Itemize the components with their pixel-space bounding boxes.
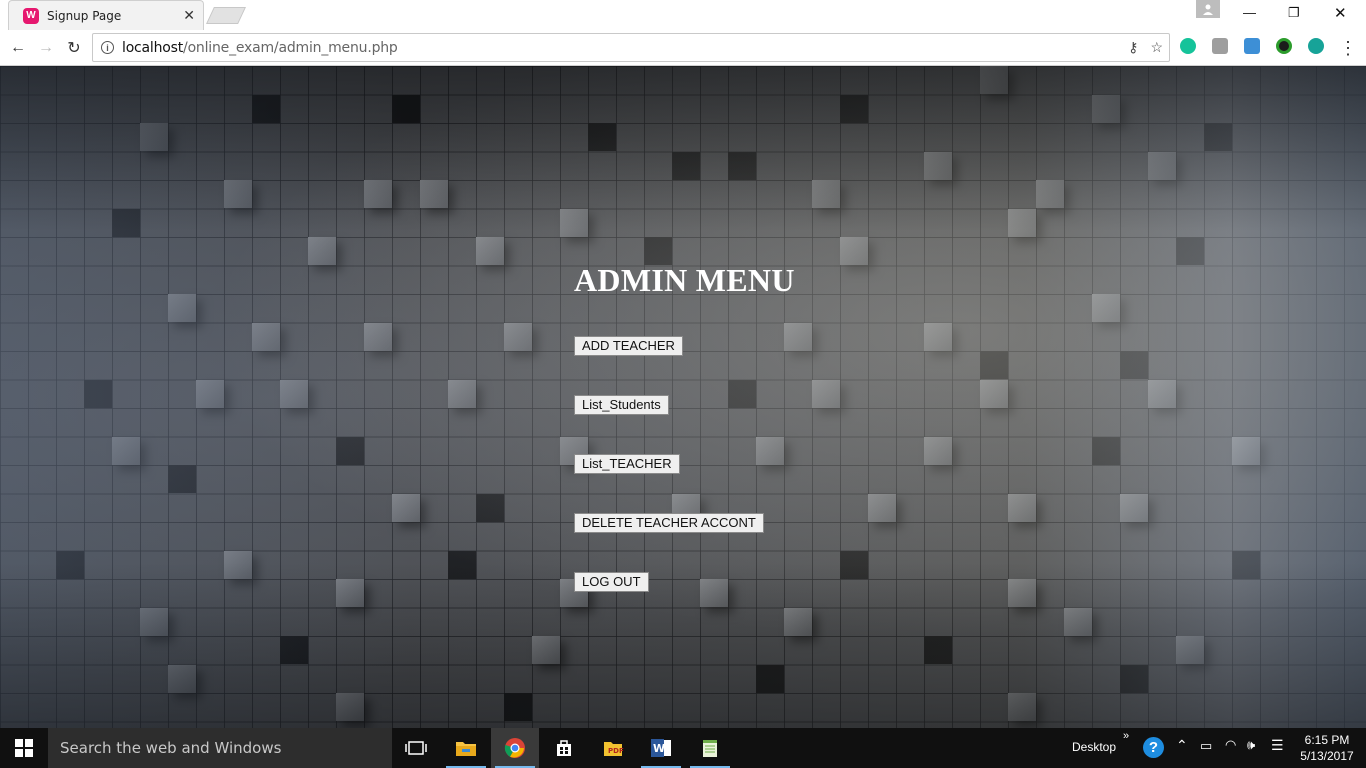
profile-button[interactable]	[1196, 0, 1220, 18]
clock-date: 5/13/2017	[1300, 749, 1354, 763]
back-arrow-icon[interactable]: ←	[8, 38, 28, 58]
pdf-reader-icon[interactable]: PDF	[589, 728, 637, 768]
tab-title: Signup Page	[47, 8, 122, 23]
bookmark-star-icon[interactable]: ☆	[1150, 39, 1163, 56]
wifi-icon[interactable]: ◠	[1225, 737, 1236, 753]
add-teacher-button[interactable]: ADD TEACHER	[574, 336, 683, 356]
tab-favicon-icon: W	[23, 7, 39, 24]
skype-extension-icon[interactable]	[1244, 38, 1260, 54]
svg-text:PDF: PDF	[608, 747, 624, 755]
tab-close-icon[interactable]: ✕	[183, 7, 195, 24]
desktop-toolbar-label[interactable]: Desktop	[1072, 740, 1116, 754]
key-icon[interactable]: ⚷	[1128, 39, 1138, 56]
tray-chevron-up-icon[interactable]: ⌃	[1176, 737, 1188, 754]
svg-text:W: W	[653, 742, 665, 755]
taskbar-search-box[interactable]: Search the web and Windows	[48, 728, 392, 768]
browser-toolbar: ← → ↻ i localhost/online_exam/admin_menu…	[0, 30, 1366, 66]
notifications-icon[interactable]: ☰	[1271, 737, 1284, 754]
battery-icon[interactable]: ▭	[1200, 738, 1212, 754]
info-icon[interactable]: i	[101, 41, 114, 54]
extension-icon[interactable]	[1212, 38, 1228, 54]
logout-button[interactable]: LOG OUT	[574, 572, 649, 592]
clock-time: 6:15 PM	[1304, 733, 1350, 747]
close-window-icon[interactable]: ✕	[1334, 4, 1347, 22]
person-icon	[1203, 4, 1213, 15]
list-teacher-button[interactable]: List_TEACHER	[574, 454, 680, 474]
word-icon[interactable]: W	[637, 728, 685, 768]
start-button[interactable]	[0, 728, 48, 768]
toolbar-expand-icon[interactable]: »	[1123, 730, 1129, 742]
url-text: localhost/online_exam/admin_menu.php	[122, 39, 398, 56]
grammarly-extension-icon[interactable]	[1180, 38, 1196, 54]
task-view-icon[interactable]	[392, 728, 440, 768]
restore-icon[interactable]: ❐	[1288, 5, 1300, 21]
address-bar[interactable]: i localhost/online_exam/admin_menu.php ⚷…	[92, 33, 1170, 62]
search-placeholder: Search the web and Windows	[60, 739, 282, 757]
page-title: ADMIN MENU	[574, 262, 795, 298]
list-students-button[interactable]: List_Students	[574, 395, 669, 415]
volume-icon[interactable]: 🕪	[1247, 737, 1255, 753]
taskbar-clock[interactable]: 6:15 PM 5/13/2017	[1296, 732, 1358, 764]
camera-extension-icon[interactable]	[1308, 38, 1324, 54]
chrome-menu-icon[interactable]: ⋮	[1338, 38, 1358, 58]
windows-logo-icon	[15, 739, 33, 757]
browser-tab[interactable]: W Signup Page ✕	[8, 0, 204, 30]
page-viewport: ADMIN MENU ADD TEACHER List_Students Lis…	[0, 66, 1366, 728]
delete-teacher-account-button[interactable]: DELETE TEACHER ACCONT	[574, 513, 764, 533]
forward-arrow-icon[interactable]: →	[36, 38, 56, 58]
store-icon[interactable]	[540, 728, 588, 768]
admin-menu: ADMIN MENU ADD TEACHER List_Students Lis…	[574, 262, 795, 592]
background-vignette	[0, 66, 1366, 728]
minimize-icon[interactable]: —	[1243, 5, 1256, 20]
help-icon[interactable]: ?	[1143, 737, 1164, 758]
file-explorer-icon[interactable]	[442, 728, 490, 768]
chrome-taskbar-icon[interactable]	[491, 728, 539, 768]
notepad-icon[interactable]	[686, 728, 734, 768]
record-extension-icon[interactable]	[1276, 38, 1292, 54]
new-tab-button[interactable]	[206, 7, 246, 24]
browser-tabstrip: W Signup Page ✕ — ❐ ✕	[0, 0, 1366, 30]
windows-taskbar: Search the web and Windows PDF W Desktop…	[0, 728, 1366, 768]
reload-icon[interactable]: ↻	[64, 38, 84, 58]
